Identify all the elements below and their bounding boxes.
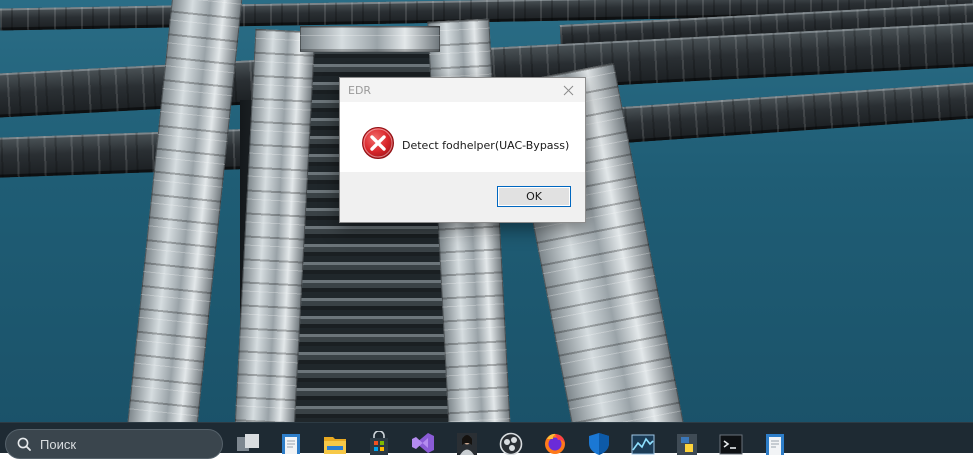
error-dialog: EDR Detect fodhelper(UAC-Bypass) OK	[339, 77, 586, 223]
user-avatar-icon[interactable]	[455, 431, 479, 455]
python-app-icon[interactable]	[675, 431, 699, 455]
dialog-titlebar[interactable]: EDR	[340, 78, 585, 102]
taskbar: Поиск	[0, 422, 973, 459]
dialog-content: Detect fodhelper(UAC-Bypass)	[340, 102, 585, 172]
close-icon	[563, 85, 573, 95]
dialog-title: EDR	[348, 84, 372, 97]
task-view-icon[interactable]	[236, 431, 260, 453]
windows-security-icon[interactable]	[587, 431, 611, 455]
search-icon	[17, 437, 31, 451]
ok-button[interactable]: OK	[497, 186, 571, 207]
desktop-wallpaper	[0, 0, 973, 453]
error-icon	[362, 127, 394, 159]
firefox-icon[interactable]	[543, 431, 567, 454]
document-app-icon[interactable]	[763, 431, 787, 455]
terminal-icon[interactable]	[719, 431, 743, 455]
obs-studio-icon[interactable]	[499, 431, 523, 455]
taskbar-search-box[interactable]: Поиск	[5, 429, 223, 459]
close-button[interactable]	[551, 78, 585, 102]
file-explorer-icon[interactable]	[323, 431, 347, 454]
notepad-icon[interactable]	[279, 431, 303, 454]
wallpaper-plank	[300, 26, 440, 52]
resource-monitor-icon[interactable]	[631, 431, 655, 455]
dialog-footer: OK	[340, 172, 585, 222]
microsoft-store-icon[interactable]	[367, 431, 391, 455]
search-placeholder: Поиск	[40, 437, 77, 452]
dialog-message: Detect fodhelper(UAC-Bypass)	[402, 139, 570, 152]
visual-studio-icon[interactable]	[411, 431, 435, 453]
